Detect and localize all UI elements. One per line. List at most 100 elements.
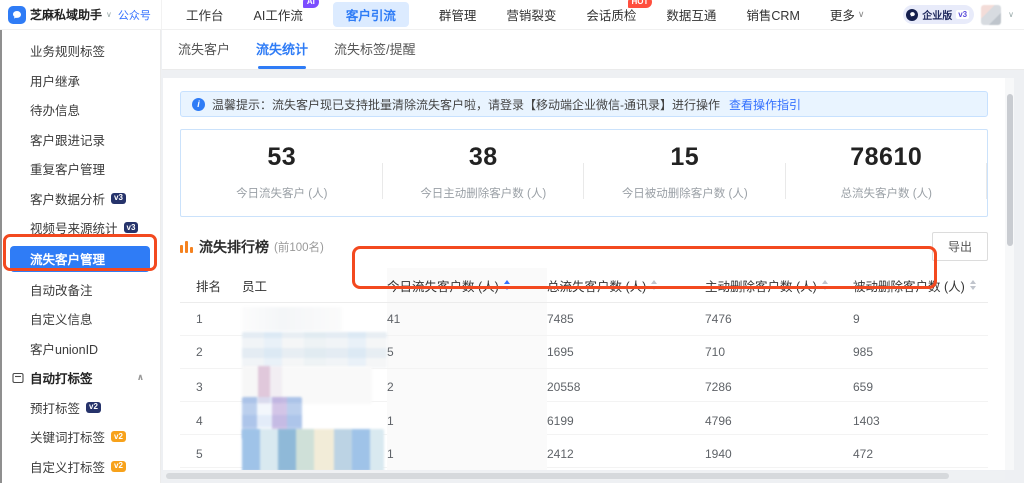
sidebar-item[interactable]: 自动打标签 ∧ <box>0 363 160 393</box>
sort-asc-icon[interactable] <box>821 280 828 284</box>
sidebar-item-label: 业务规则标签 <box>30 45 106 60</box>
cell-passive-deleted: 9 <box>853 312 860 326</box>
sidebar-item[interactable]: 客户数据分析 v3 <box>0 184 160 214</box>
sort-desc-icon[interactable] <box>651 286 658 290</box>
horizontal-scrollbar[interactable] <box>163 471 1005 480</box>
sort-icons[interactable] <box>969 280 976 290</box>
window-edge-scrollbar[interactable] <box>0 30 2 483</box>
main-menu: 工作台 AI工作流 AI 客户引流 群管理 营销裂变 会话质检 HOT 数据互通… <box>161 0 903 29</box>
sort-desc-icon[interactable] <box>821 286 828 290</box>
plan-version-badge: v3 <box>956 10 970 19</box>
stat-card: 38 今日主动删除客户数 (人) <box>383 143 585 201</box>
cell-today-lost: 2 <box>387 369 547 404</box>
cell-total-lost: 7485 <box>547 312 574 326</box>
chevron-down-icon[interactable]: ∨ <box>1008 10 1014 19</box>
table-row[interactable]: 5 1 2412 1940 472 <box>180 429 988 470</box>
chevron-down-icon[interactable]: ∨ <box>106 10 112 19</box>
cell-today-lost: 1 <box>387 435 547 470</box>
nav-menu-item[interactable]: 会话质检 HOT <box>586 0 653 24</box>
sidebar-item[interactable]: 自定义打标签 v2 <box>0 452 160 482</box>
sort-asc-icon[interactable] <box>503 280 510 284</box>
sidebar-item-label: 预打标签 <box>30 401 81 416</box>
sort-asc-icon[interactable] <box>969 280 976 284</box>
sidebar-item[interactable]: 业务规则标签 <box>0 36 160 66</box>
horizontal-scrollbar-thumb[interactable] <box>166 472 950 479</box>
table-column-header[interactable]: 今日流失客户数 (人) <box>387 268 547 302</box>
nav-menu-item[interactable]: 工作台 <box>186 5 224 24</box>
stat-label: 今日被动删除客户数 (人) <box>621 188 748 200</box>
view-guide-link[interactable]: 查看操作指引 <box>729 96 801 113</box>
sort-icons[interactable] <box>651 280 658 290</box>
sidebar-item-label: 流失客户管理 <box>30 253 106 267</box>
vertical-scrollbar[interactable] <box>1005 78 1014 470</box>
tab[interactable]: 流失标签/提醒 <box>334 30 416 69</box>
stat-label: 今日主动删除客户数 (人) <box>420 188 547 200</box>
sort-asc-icon[interactable] <box>651 280 658 284</box>
cell-employee <box>242 332 387 368</box>
sidebar-item[interactable]: 待办信息 <box>0 95 160 125</box>
stat-value: 78610 <box>850 143 923 171</box>
employee-name-blurred <box>242 429 384 470</box>
navbar-right: 企业版 v3 ∨ <box>903 4 1024 25</box>
nav-menu-item[interactable]: 群管理 <box>439 5 477 24</box>
sidebar-item[interactable]: 自动改备注 <box>0 275 160 305</box>
sidebar-item[interactable]: 预打标签 v2 <box>0 393 160 423</box>
nav-menu-item[interactable]: 营销裂变 <box>506 5 556 24</box>
cell-today-lost: 5 <box>387 336 547 368</box>
sidebar-item[interactable]: 自定义信息 <box>0 304 160 334</box>
sort-desc-icon[interactable] <box>503 286 510 290</box>
sidebar-item[interactable]: 客户跟进记录 <box>0 125 160 155</box>
nav-menu-item[interactable]: 更多 ∨ <box>830 5 865 24</box>
vertical-scrollbar-thumb[interactable] <box>1006 94 1013 246</box>
plan-badge[interactable]: 企业版 v3 <box>903 5 975 24</box>
column-label: 排名 <box>196 279 222 294</box>
nav-menu-item[interactable]: 数据互通 <box>666 5 716 24</box>
column-label: 被动删除客户数 (人) <box>853 279 965 294</box>
tab[interactable]: 流失统计 <box>256 30 308 69</box>
nav-menu-item[interactable]: 客户引流 <box>332 2 409 27</box>
user-avatar[interactable] <box>981 4 1002 25</box>
tag-section-icon <box>12 372 24 383</box>
cell-rank: 2 <box>196 345 203 359</box>
sidebar-item[interactable]: 客户unionID <box>0 334 160 364</box>
export-button[interactable]: 导出 <box>931 232 988 261</box>
sort-desc-icon[interactable] <box>969 286 976 290</box>
sidebar-item[interactable]: 重复客户管理 <box>0 154 160 184</box>
info-icon: i <box>192 97 205 111</box>
chevron-up-icon[interactable]: ∧ <box>137 372 144 383</box>
cell-today-lost: 1 <box>387 402 547 439</box>
nav-menu-item-label: 营销裂变 <box>506 9 557 23</box>
stats-panel: 53 今日流失客户 (人) 38 今日主动删除客户数 (人) 15 今日被动删除… <box>180 129 988 217</box>
sidebar-item[interactable]: 关键词打标签 v2 <box>0 422 160 452</box>
table-row[interactable]: 2 5 1695 710 985 <box>180 332 988 369</box>
nav-menu-item[interactable]: AI工作流 AI <box>254 0 319 24</box>
cell-today-lost: 41 <box>387 303 547 335</box>
cell-total-lost: 2412 <box>547 447 574 461</box>
sort-icons[interactable] <box>503 280 510 290</box>
sidebar-item[interactable]: 用户继承 <box>0 66 160 96</box>
tab[interactable]: 流失客户 <box>178 30 230 69</box>
sidebar-item[interactable]: 视频号来源统计 v3 <box>0 213 160 243</box>
sort-icons[interactable] <box>821 280 828 290</box>
account-type-link[interactable]: 公众号 <box>118 7 151 23</box>
cell-rank: 5 <box>196 447 203 461</box>
stat-card: 15 今日被动删除客户数 (人) <box>584 143 786 201</box>
sidebar-item-label: 客户unionID <box>30 342 99 357</box>
nav-menu-item-label: 会话质检 <box>586 9 637 23</box>
top-navbar: 芝麻私域助手 ∨ 公众号 工作台 AI工作流 AI 客户引流 群管理 营销裂变 … <box>0 0 1024 30</box>
sidebar-item[interactable]: 流失客户管理 <box>10 245 150 272</box>
version-badge: v3 <box>111 192 126 204</box>
sidebar-item-label: 自定义打标签 <box>30 460 106 475</box>
table-column-header[interactable]: 员工 <box>242 268 387 302</box>
app-logo-icon[interactable] <box>8 5 26 24</box>
table-column-header[interactable]: 主动删除客户数 (人) <box>705 268 853 302</box>
nav-menu-item[interactable]: 销售CRM <box>746 5 799 24</box>
app-title: 芝麻私域助手 <box>30 8 103 22</box>
tab-bar: 流失客户 流失统计 流失标签/提醒 <box>162 30 1024 70</box>
content-card: i 温馨提示：流失客户现已支持批量清除流失客户啦，请登录【移动端企业微信-通讯录… <box>163 78 1005 470</box>
cell-today-lost: 1 <box>387 468 547 470</box>
table-column-header[interactable]: 总流失客户数 (人) <box>547 268 705 302</box>
table-column-header[interactable]: 排名 <box>180 268 242 302</box>
table-column-header[interactable]: 被动删除客户数 (人) <box>853 268 988 302</box>
sidebar-item-label: 视频号来源统计 <box>30 222 118 237</box>
